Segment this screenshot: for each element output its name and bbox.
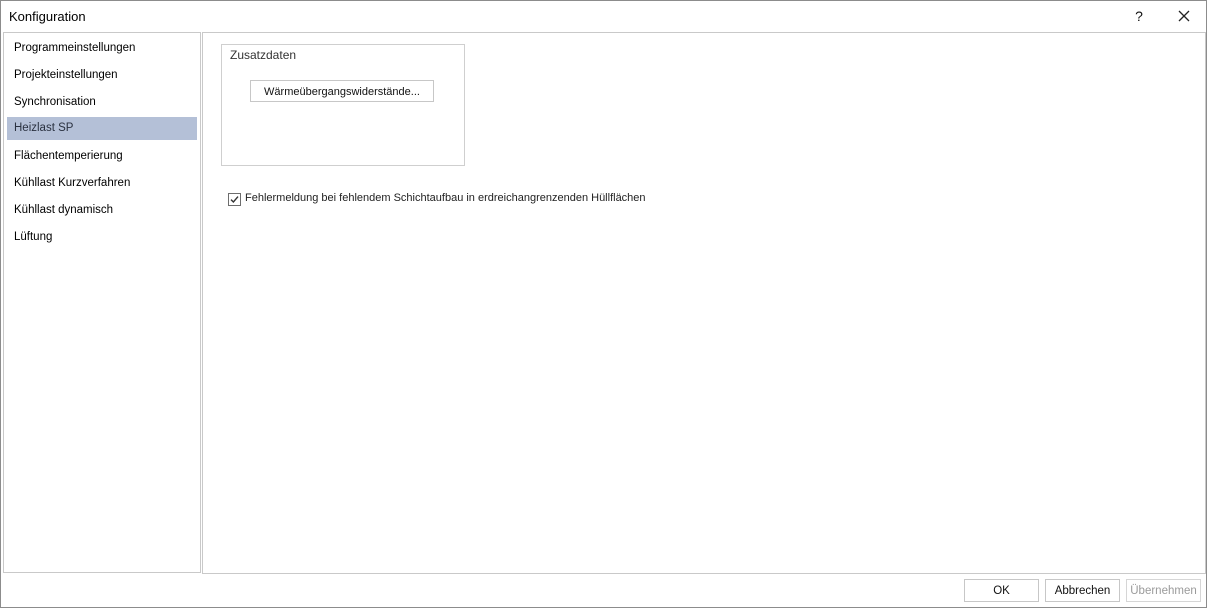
ok-button[interactable]: OK	[964, 579, 1039, 602]
checkmark-icon	[230, 196, 239, 204]
sidebar-item-kuehllast-dynamisch[interactable]: Kühllast dynamisch	[7, 199, 197, 222]
config-dialog: Konfiguration ? Programmeinstellungen Pr…	[0, 0, 1207, 608]
sidebar-item-kuehllast-kurzverfahren[interactable]: Kühllast Kurzverfahren	[7, 172, 197, 195]
apply-button[interactable]: Übernehmen	[1126, 579, 1201, 602]
cancel-button[interactable]: Abbrechen	[1045, 579, 1120, 602]
sidebar-item-projekteinstellungen[interactable]: Projekteinstellungen	[7, 64, 197, 87]
sidebar-item-synchronisation[interactable]: Synchronisation	[7, 91, 197, 114]
close-button[interactable]	[1164, 1, 1204, 32]
error-message-checkbox[interactable]	[228, 193, 241, 206]
settings-panel: Zusatzdaten Wärmeübergangswiderstände...…	[202, 32, 1206, 574]
sidebar-item-flaechentemperierung[interactable]: Flächentemperierung	[7, 145, 197, 168]
title-bar: Konfiguration ?	[1, 1, 1206, 32]
waermeuebergangswiderstaende-button[interactable]: Wärmeübergangswiderstände...	[250, 80, 434, 102]
window-title: Konfiguration	[9, 9, 86, 24]
sidebar-item-heizlast-sp[interactable]: Heizlast SP	[7, 117, 197, 140]
settings-nav: Programmeinstellungen Projekteinstellung…	[3, 32, 201, 573]
zusatzdaten-group: Zusatzdaten Wärmeübergangswiderstände...	[221, 44, 465, 166]
error-message-label: Fehlermeldung bei fehlendem Schichtaufba…	[245, 192, 646, 204]
sidebar-item-programmeinstellungen[interactable]: Programmeinstellungen	[7, 37, 197, 60]
sidebar-item-lueftung[interactable]: Lüftung	[7, 226, 197, 249]
help-button[interactable]: ?	[1124, 1, 1154, 32]
group-title: Zusatzdaten	[230, 48, 297, 62]
close-icon	[1178, 10, 1190, 22]
